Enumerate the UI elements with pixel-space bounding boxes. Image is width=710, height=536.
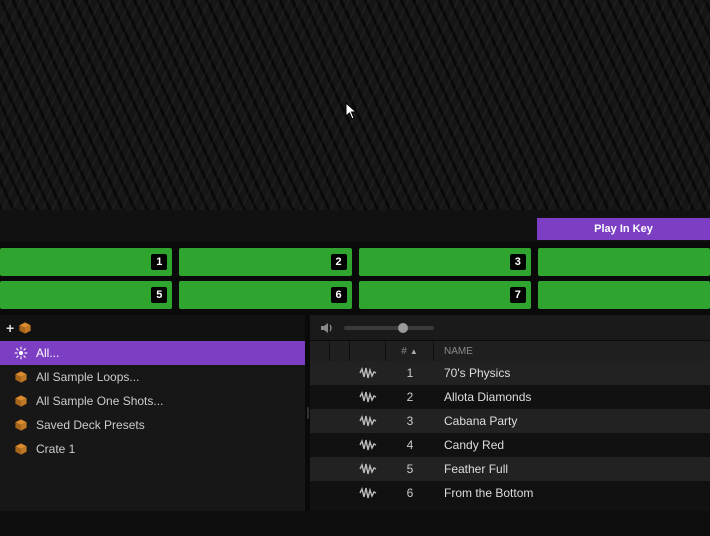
pad-3[interactable]: 3 xyxy=(359,248,531,276)
column-play[interactable] xyxy=(310,341,330,361)
play-in-key-button[interactable]: Play In Key xyxy=(537,218,710,240)
crate-icon xyxy=(14,442,28,456)
pad-number: 6 xyxy=(331,287,347,303)
pad-number: 3 xyxy=(510,254,526,270)
pad-number: 5 xyxy=(151,287,167,303)
all-crate-icon xyxy=(14,346,28,360)
crate-icon xyxy=(18,321,32,335)
table-row[interactable]: 4Candy Red xyxy=(310,433,710,457)
pad-number: 1 xyxy=(151,254,167,270)
crate-label: All Sample One Shots... xyxy=(36,394,163,408)
row-number: 2 xyxy=(386,390,434,404)
row-name: From the Bottom xyxy=(434,486,710,500)
column-name[interactable]: NAME xyxy=(434,341,710,361)
crate-toolbar: + xyxy=(0,315,305,341)
app-root: Play In Key 1 2 3 5 6 7 + A xyxy=(0,0,710,536)
crate-label: Crate 1 xyxy=(36,442,75,456)
pad-7[interactable]: 7 xyxy=(359,281,531,309)
column-select[interactable] xyxy=(330,341,350,361)
pad-4[interactable] xyxy=(538,248,710,276)
row-name: Cabana Party xyxy=(434,414,710,428)
row-number: 4 xyxy=(386,438,434,452)
column-name-label: NAME xyxy=(444,346,473,357)
table-row[interactable]: 170's Physics xyxy=(310,361,710,385)
table-row[interactable]: 6From the Bottom xyxy=(310,481,710,505)
row-name: Feather Full xyxy=(434,462,710,476)
track-panel: # ▲ NAME 170's Physics2Allota Diamonds3C… xyxy=(310,315,710,511)
pad-5[interactable]: 5 xyxy=(0,281,172,309)
column-number-label: # xyxy=(401,346,407,357)
crate-label: Saved Deck Presets xyxy=(36,418,145,432)
waveform-icon xyxy=(350,438,386,452)
pad-grid: 1 2 3 5 6 7 xyxy=(0,242,710,315)
crate-item[interactable]: All Sample Loops... xyxy=(0,365,305,389)
column-number[interactable]: # ▲ xyxy=(386,341,434,361)
waveform-icon xyxy=(350,414,386,428)
crate-item[interactable]: All... xyxy=(0,341,305,365)
table-row[interactable]: 3Cabana Party xyxy=(310,409,710,433)
row-name: Candy Red xyxy=(434,438,710,452)
browser-split: + All... All Sample Loops... All Sample On… xyxy=(0,315,710,511)
row-number: 3 xyxy=(386,414,434,428)
row-number: 1 xyxy=(386,366,434,380)
volume-icon xyxy=(320,322,334,334)
pad-row-2: 5 6 7 xyxy=(0,281,710,309)
pad-2[interactable]: 2 xyxy=(179,248,351,276)
sort-ascending-icon: ▲ xyxy=(410,347,418,356)
crate-icon xyxy=(14,418,28,432)
row-number: 6 xyxy=(386,486,434,500)
crate-item[interactable]: Saved Deck Presets xyxy=(0,413,305,437)
pad-1[interactable]: 1 xyxy=(0,248,172,276)
pad-6[interactable]: 6 xyxy=(179,281,351,309)
plus-icon: + xyxy=(6,320,14,336)
table-row[interactable]: 2Allota Diamonds xyxy=(310,385,710,409)
crate-icon xyxy=(14,370,28,384)
crate-item[interactable]: All Sample One Shots... xyxy=(0,389,305,413)
volume-knob[interactable] xyxy=(398,323,408,333)
track-table-header: # ▲ NAME xyxy=(310,341,710,361)
volume-slider[interactable] xyxy=(344,326,434,330)
column-waveform[interactable] xyxy=(350,341,386,361)
crate-list: All... All Sample Loops... All Sample One … xyxy=(0,341,305,511)
crate-panel: + All... All Sample Loops... All Sample On… xyxy=(0,315,305,511)
pad-8[interactable] xyxy=(538,281,710,309)
preview-toolbar xyxy=(310,315,710,341)
crate-icon xyxy=(14,394,28,408)
waveform-icon xyxy=(350,366,386,380)
pad-number: 7 xyxy=(510,287,526,303)
action-bar: Play In Key xyxy=(0,210,710,242)
table-row[interactable]: 5Feather Full xyxy=(310,457,710,481)
add-crate-button[interactable]: + xyxy=(6,320,32,336)
waveform-icon xyxy=(350,390,386,404)
pad-row-1: 1 2 3 xyxy=(0,248,710,276)
crate-label: All... xyxy=(36,346,59,360)
row-name: 70's Physics xyxy=(434,366,710,380)
waveform-icon xyxy=(350,486,386,500)
waveform-stage xyxy=(0,0,710,210)
crate-item[interactable]: Crate 1 xyxy=(0,437,305,461)
row-name: Allota Diamonds xyxy=(434,390,710,404)
mouse-cursor xyxy=(345,102,359,120)
crate-label: All Sample Loops... xyxy=(36,370,139,384)
pad-number: 2 xyxy=(331,254,347,270)
track-table-body: 170's Physics2Allota Diamonds3Cabana Par… xyxy=(310,361,710,511)
waveform-icon xyxy=(350,462,386,476)
row-number: 5 xyxy=(386,462,434,476)
